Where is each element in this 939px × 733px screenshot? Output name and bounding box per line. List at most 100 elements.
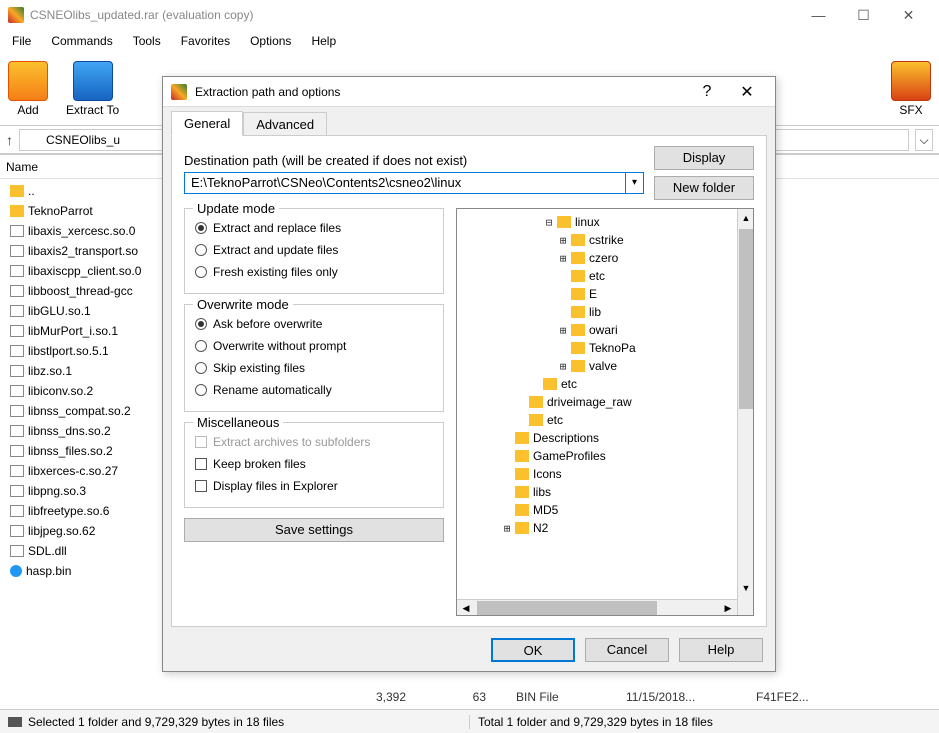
path-dropdown[interactable]: ⌵ [915, 129, 933, 151]
tree-item[interactable]: etc [459, 411, 735, 429]
dialog-footer: OK Cancel Help [163, 635, 775, 671]
menu-tools[interactable]: Tools [125, 32, 169, 50]
menu-help[interactable]: Help [303, 32, 344, 50]
close-button[interactable]: ✕ [886, 1, 931, 29]
tree-item[interactable]: driveimage_raw [459, 393, 735, 411]
folder-icon [515, 522, 529, 534]
tree-item[interactable]: libs [459, 483, 735, 501]
menu-favorites[interactable]: Favorites [173, 32, 238, 50]
file-name: libfreetype.so.6 [28, 504, 109, 518]
tree-item[interactable]: ⊞valve [459, 357, 735, 375]
expand-icon[interactable]: ⊞ [557, 324, 569, 337]
radio-ask-overwrite[interactable]: Ask before overwrite [195, 313, 433, 335]
menu-options[interactable]: Options [242, 32, 299, 50]
sfx-button[interactable]: SFX [891, 61, 931, 117]
folder-icon [529, 396, 543, 408]
hscroll-thumb[interactable] [477, 601, 657, 615]
dialog-help-button[interactable]: ? [687, 83, 727, 101]
tab-general[interactable]: General [171, 111, 243, 136]
check-display-explorer[interactable]: Display files in Explorer [195, 475, 433, 497]
cancel-button[interactable]: Cancel [585, 638, 669, 662]
tree-hscrollbar[interactable]: ◀ ▶ [457, 599, 737, 615]
display-button[interactable]: Display [654, 146, 754, 170]
folder-icon [529, 414, 543, 426]
destination-dropdown[interactable]: ▾ [626, 172, 644, 194]
misc-title: Miscellaneous [193, 415, 283, 430]
extraction-dialog: Extraction path and options ? ✕ General … [162, 76, 776, 672]
radio-extract-replace[interactable]: Extract and replace files [195, 217, 433, 239]
tree-item[interactable]: GameProfiles [459, 447, 735, 465]
extract-to-button[interactable]: Extract To [66, 61, 119, 117]
tab-advanced[interactable]: Advanced [243, 112, 327, 136]
tree-vscrollbar[interactable]: ▲ ▼ [737, 209, 753, 615]
tree-label: libs [533, 485, 551, 499]
expand-icon[interactable]: ⊞ [557, 234, 569, 247]
file-name: libpng.so.3 [28, 484, 86, 498]
up-button[interactable]: ↑ [6, 132, 13, 148]
tree-item[interactable]: ⊟linux [459, 213, 735, 231]
minimize-button[interactable]: — [796, 1, 841, 29]
tree-item[interactable]: TeknoPa [459, 339, 735, 357]
tree-item[interactable]: etc [459, 267, 735, 285]
tree-item[interactable]: ⊞N2 [459, 519, 735, 537]
tree-item[interactable]: ⊞cstrike [459, 231, 735, 249]
misc-group: Miscellaneous Extract archives to subfol… [184, 422, 444, 508]
statusbar: Selected 1 folder and 9,729,329 bytes in… [0, 709, 939, 733]
file-name: hasp.bin [26, 564, 71, 578]
file-name: SDL.dll [28, 544, 67, 558]
col-name[interactable]: Name [6, 160, 38, 174]
file-icon [10, 525, 24, 537]
expand-icon[interactable]: ⊞ [557, 252, 569, 265]
scroll-up-icon[interactable]: ▲ [739, 211, 753, 225]
destination-input[interactable] [184, 172, 626, 194]
tree-label: etc [589, 269, 605, 283]
tree-label: etc [561, 377, 577, 391]
file-icon [10, 385, 24, 397]
tree-item[interactable]: MD5 [459, 501, 735, 519]
tree-item[interactable]: ⊞czero [459, 249, 735, 267]
dialog-close-button[interactable]: ✕ [727, 82, 767, 102]
radio-extract-update[interactable]: Extract and update files [195, 239, 433, 261]
folder-icon [571, 324, 585, 336]
tree-item[interactable]: Descriptions [459, 429, 735, 447]
file-icon [10, 445, 24, 457]
new-folder-button[interactable]: New folder [654, 176, 754, 200]
maximize-button[interactable]: ☐ [841, 1, 886, 29]
overwrite-mode-group: Overwrite mode Ask before overwrite Over… [184, 304, 444, 412]
ok-button[interactable]: OK [491, 638, 575, 662]
menu-file[interactable]: File [4, 32, 39, 50]
app-icon [8, 7, 24, 23]
menu-commands[interactable]: Commands [43, 32, 120, 50]
expand-icon[interactable]: ⊟ [543, 216, 555, 229]
scroll-thumb[interactable] [739, 229, 753, 409]
check-keep-broken[interactable]: Keep broken files [195, 453, 433, 475]
scroll-down-icon[interactable]: ▼ [739, 581, 753, 595]
detail-type: BIN File [516, 690, 596, 704]
extract-label: Extract To [66, 103, 119, 117]
scroll-right-icon[interactable]: ▶ [721, 601, 735, 615]
radio-skip-existing[interactable]: Skip existing files [195, 357, 433, 379]
tree-label: E [589, 287, 597, 301]
help-button[interactable]: Help [679, 638, 763, 662]
tree-item[interactable]: ⊞owari [459, 321, 735, 339]
radio-fresh-only[interactable]: Fresh existing files only [195, 261, 433, 283]
tree-label: lib [589, 305, 601, 319]
tree-item[interactable]: Icons [459, 465, 735, 483]
scroll-left-icon[interactable]: ◀ [459, 601, 473, 615]
add-icon [8, 61, 48, 101]
folder-icon [515, 504, 529, 516]
radio-rename-auto[interactable]: Rename automatically [195, 379, 433, 401]
expand-icon[interactable]: ⊞ [557, 360, 569, 373]
save-settings-button[interactable]: Save settings [184, 518, 444, 542]
radio-overwrite-noprompt[interactable]: Overwrite without prompt [195, 335, 433, 357]
dialog-titlebar: Extraction path and options ? ✕ [163, 77, 775, 107]
folder-tree[interactable]: ⊟linux⊞cstrike⊞czero etc Elib ⊞owari TeknoPa… [456, 208, 754, 616]
tree-item[interactable]: lib [459, 303, 735, 321]
file-icon [10, 345, 24, 357]
tree-label: TeknoPa [589, 341, 636, 355]
file-icon [10, 325, 24, 337]
add-button[interactable]: Add [8, 61, 48, 117]
tree-item[interactable]: etc [459, 375, 735, 393]
expand-icon[interactable]: ⊞ [501, 522, 513, 535]
tree-item[interactable]: E [459, 285, 735, 303]
